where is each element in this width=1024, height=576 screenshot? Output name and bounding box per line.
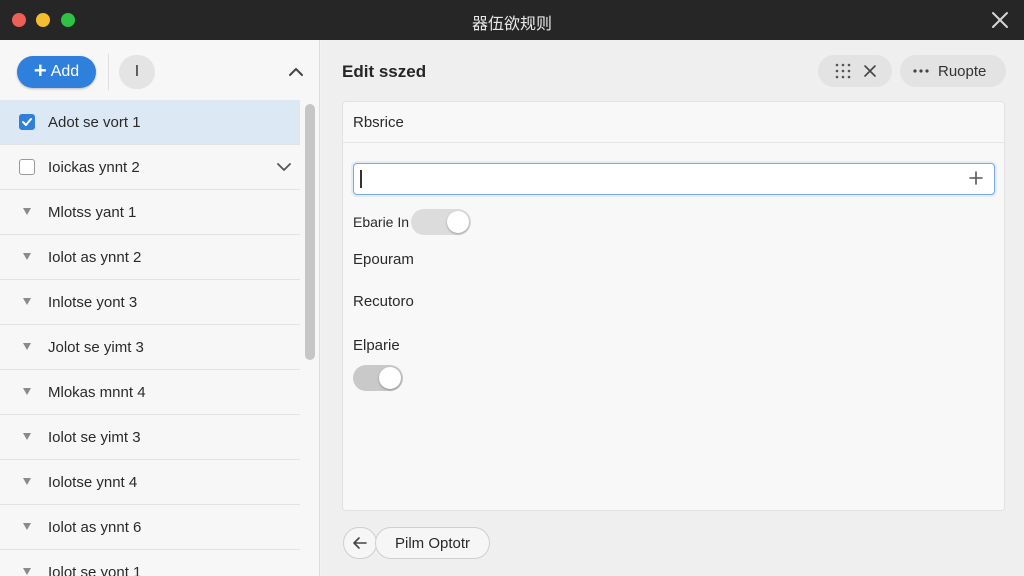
more-options-button[interactable]: Ruopte bbox=[900, 55, 1006, 87]
list-item[interactable]: Iolot se yont 1 bbox=[0, 550, 300, 576]
triangle-icon bbox=[23, 208, 31, 215]
checkbox-checked[interactable] bbox=[19, 114, 35, 130]
list-item[interactable]: Adot se vort 1 bbox=[0, 100, 300, 145]
sidebar: + Add I Adot se vort 1 Ioickas ynnt 2 Ml… bbox=[0, 40, 320, 576]
sidebar-scrollbar[interactable] bbox=[303, 102, 317, 576]
field-label: Elparie bbox=[353, 337, 400, 354]
add-button-label: Add bbox=[50, 63, 80, 80]
enable-toggle[interactable] bbox=[411, 209, 471, 235]
text-input[interactable] bbox=[353, 163, 995, 195]
title-bar: 器伍欲规则 bbox=[0, 0, 1024, 40]
add-button[interactable]: + Add bbox=[17, 56, 96, 88]
toggle-label: Ebarie In bbox=[353, 214, 410, 230]
chevron-up-icon[interactable] bbox=[285, 62, 307, 82]
triangle-icon bbox=[23, 478, 31, 485]
list-item[interactable]: Jolot se yimt 3 bbox=[0, 325, 300, 370]
list-item[interactable]: Ioickas ynnt 2 bbox=[0, 145, 300, 190]
list-item-label: Mlokas mnnt 4 bbox=[48, 384, 146, 401]
triangle-icon bbox=[23, 433, 31, 440]
checkmark-icon bbox=[22, 118, 32, 126]
triangle-icon bbox=[23, 298, 31, 305]
plus-icon: + bbox=[33, 58, 47, 83]
bottom-toggle[interactable] bbox=[353, 365, 403, 391]
more-options-label: Ruopte bbox=[938, 62, 987, 80]
list-item[interactable]: Iolot as ynnt 2 bbox=[0, 235, 300, 280]
options-button-label: Pilm Optotr bbox=[394, 534, 470, 552]
chevron-down-icon[interactable] bbox=[275, 160, 293, 174]
close-icon[interactable] bbox=[990, 10, 1010, 30]
list-item[interactable]: Iolot se yimt 3 bbox=[0, 415, 300, 460]
sidebar-round-button[interactable]: I bbox=[119, 55, 155, 89]
list-item[interactable]: Mlotss yant 1 bbox=[0, 190, 300, 235]
panel-header: Rbsrice bbox=[353, 114, 404, 131]
list-item-label: Inlotse yont 3 bbox=[48, 294, 138, 311]
field-label: Epouram bbox=[353, 251, 414, 268]
list-item[interactable]: Inlotse yont 3 bbox=[0, 280, 300, 325]
more-icon bbox=[913, 69, 929, 73]
triangle-icon bbox=[23, 253, 31, 260]
toggle-knob bbox=[379, 367, 401, 389]
toggle-row: Ebarie In bbox=[353, 208, 473, 236]
list-item-label: Ioickas ynnt 2 bbox=[48, 159, 140, 176]
grid-close-toggle[interactable] bbox=[818, 55, 892, 87]
list-item[interactable]: Iolot as ynnt 6 bbox=[0, 505, 300, 550]
round-button-label: I bbox=[134, 63, 140, 80]
arrow-left-icon bbox=[353, 537, 367, 549]
triangle-icon bbox=[23, 523, 31, 530]
app-window: 器伍欲规则 + Add I Adot se vort 1 Ioickas ynn… bbox=[0, 0, 1024, 576]
list-item-label: Jolot se yimt 3 bbox=[48, 339, 144, 356]
list-item-label: Iolot se yimt 3 bbox=[48, 429, 141, 446]
triangle-icon bbox=[23, 388, 31, 395]
options-button[interactable]: Pilm Optotr bbox=[375, 527, 490, 559]
back-button[interactable] bbox=[343, 527, 377, 559]
page-title: Edit sszed bbox=[342, 62, 427, 81]
list-item-label: Iolot as ynnt 6 bbox=[48, 519, 142, 536]
scrollbar-thumb[interactable] bbox=[305, 104, 315, 360]
toggle-knob bbox=[447, 211, 469, 233]
list-item-label: Iolotse ynnt 4 bbox=[48, 474, 138, 491]
window-title: 器伍欲规则 bbox=[471, 14, 552, 33]
close-icon[interactable] bbox=[863, 64, 877, 78]
toolbar-divider bbox=[108, 54, 109, 90]
grid-icon[interactable] bbox=[834, 62, 852, 80]
list-item[interactable]: Iolotse ynnt 4 bbox=[0, 460, 300, 505]
edit-panel: Rbsrice Ebarie In Epouram Recutoro Elpar… bbox=[342, 101, 1005, 511]
text-caret bbox=[360, 170, 362, 188]
triangle-icon bbox=[23, 568, 31, 575]
plus-icon[interactable] bbox=[968, 170, 984, 186]
list-item-label: Mlotss yant 1 bbox=[48, 204, 137, 221]
panel-divider bbox=[343, 142, 1004, 143]
checkbox[interactable] bbox=[19, 159, 35, 175]
list-item[interactable]: Mlokas mnnt 4 bbox=[0, 370, 300, 415]
list-item-label: Adot se vort 1 bbox=[48, 114, 141, 131]
item-list: Adot se vort 1 Ioickas ynnt 2 Mlotss yan… bbox=[0, 100, 300, 576]
field-label: Recutoro bbox=[353, 293, 414, 310]
triangle-icon bbox=[23, 343, 31, 350]
main-content: Edit sszed Ruopte Rbsrice Ebarie In Epou… bbox=[321, 40, 1024, 576]
list-item-label: Iolot se yont 1 bbox=[48, 564, 142, 576]
list-item-label: Iolot as ynnt 2 bbox=[48, 249, 142, 266]
